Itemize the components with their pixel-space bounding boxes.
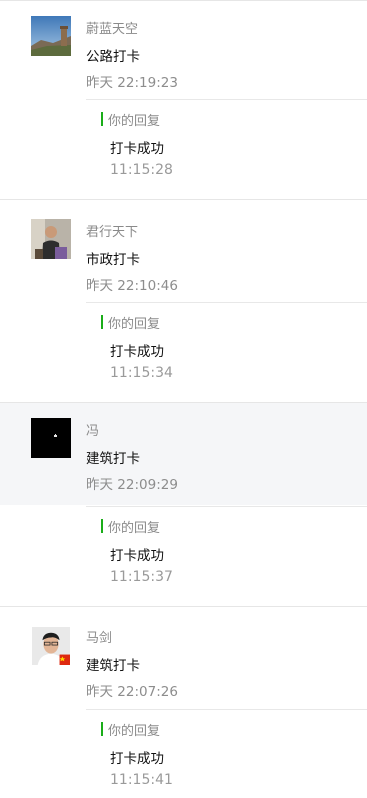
reply-text: 打卡成功	[110, 548, 164, 564]
comment-body[interactable]: 蔚蓝天空 公路打卡 昨天 22:19:23	[0, 1, 367, 103]
comment-body[interactable]: 君行天下 市政打卡 昨天 22:10:46	[0, 204, 367, 306]
landscape-avatar-icon	[31, 16, 71, 56]
commenter-name: 蔚蓝天空	[86, 22, 139, 37]
person-avatar-icon	[31, 219, 71, 259]
reply-time: 11:15:37	[110, 569, 173, 585]
comment-text: 公路打卡	[86, 49, 140, 65]
avatar[interactable]	[31, 16, 71, 56]
reply-block[interactable]: 你的回复 打卡成功 11:15:41	[86, 709, 367, 798]
reply-time: 11:15:41	[110, 772, 173, 788]
reply-block[interactable]: 你的回复 打卡成功 11:15:34	[86, 302, 367, 408]
reply-label: 你的回复	[101, 517, 160, 536]
reply-text: 打卡成功	[110, 141, 164, 157]
comment-time: 昨天 22:10:46	[86, 278, 178, 294]
reply-time: 11:15:28	[110, 162, 173, 178]
commenter-name: 马剑	[86, 631, 113, 646]
comment-time: 昨天 22:19:23	[86, 75, 178, 91]
comment-text: 市政打卡	[86, 252, 140, 268]
reply-label: 你的回复	[101, 313, 160, 332]
comment-body[interactable]: 马剑 建筑打卡 昨天 22:07:26	[0, 610, 367, 710]
reply-text: 打卡成功	[110, 751, 164, 767]
avatar[interactable]	[31, 219, 71, 259]
comment-text: 建筑打卡	[86, 451, 140, 467]
comment-item: 冯 建筑打卡 昨天 22:09:29 你的回复 打卡成功 11:15:37	[0, 403, 367, 606]
avatar[interactable]	[32, 627, 70, 665]
divider	[0, 199, 367, 200]
reply-text: 打卡成功	[110, 344, 164, 360]
comment-text: 建筑打卡	[86, 658, 140, 674]
commenter-name: 冯	[86, 424, 100, 439]
comment-time: 昨天 22:09:29	[86, 477, 178, 493]
reply-label: 你的回复	[101, 720, 160, 739]
comment-list: 蔚蓝天空 公路打卡 昨天 22:19:23 你的回复 打卡成功 11:15:28	[0, 0, 367, 798]
comment-time: 昨天 22:07:26	[86, 684, 178, 700]
comment-item: 马剑 建筑打卡 昨天 22:07:26 你的回复 打卡成功 11:15:41	[0, 610, 367, 798]
dark-avatar-icon	[31, 418, 71, 458]
reply-block[interactable]: 你的回复 打卡成功 11:15:37	[86, 506, 367, 612]
reply-time: 11:15:34	[110, 365, 173, 381]
comment-item: 蔚蓝天空 公路打卡 昨天 22:19:23 你的回复 打卡成功 11:15:28	[0, 1, 367, 200]
divider	[0, 606, 367, 607]
comment-body[interactable]: 冯 建筑打卡 昨天 22:09:29	[0, 403, 367, 505]
comment-item: 君行天下 市政打卡 昨天 22:10:46 你的回复 打卡成功 11:15:34	[0, 204, 367, 403]
avatar[interactable]	[31, 418, 71, 458]
reply-block[interactable]: 你的回复 打卡成功 11:15:28	[86, 99, 367, 205]
portrait-avatar-icon	[32, 627, 70, 665]
reply-label: 你的回复	[101, 110, 160, 129]
commenter-name: 君行天下	[86, 225, 139, 240]
